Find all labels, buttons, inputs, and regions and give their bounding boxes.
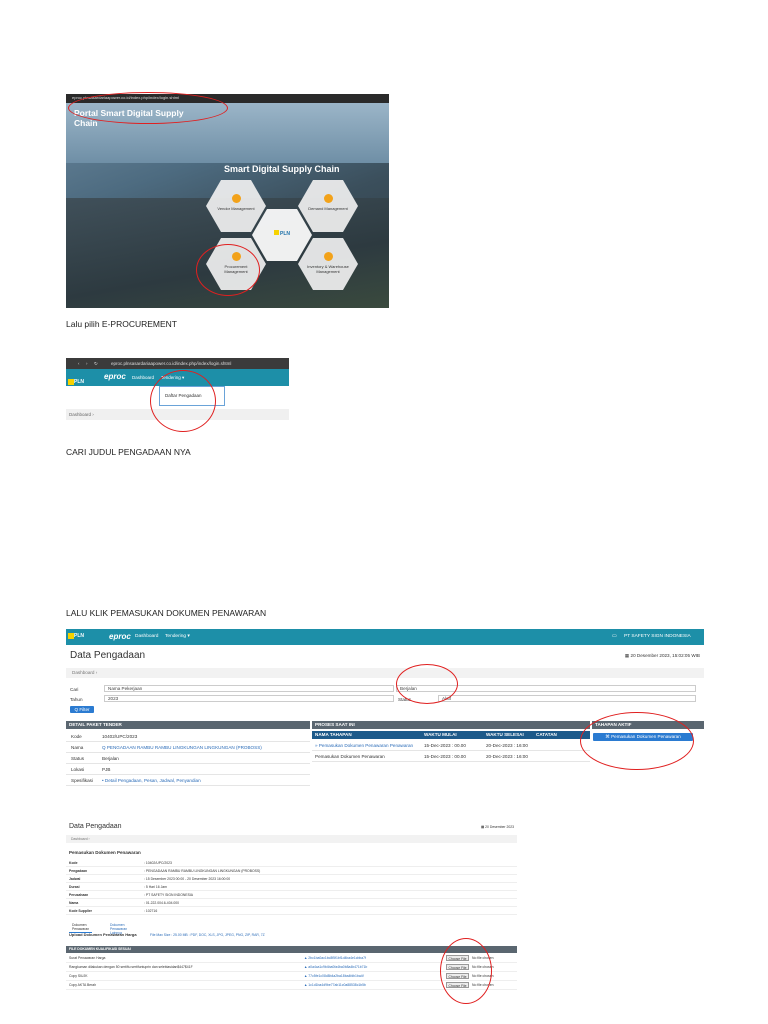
proses-row: » Pemasukan Dokumen Penawaran Penawaran … xyxy=(312,740,590,751)
page-date: ▦ 20 Desember 2023 xyxy=(481,825,514,829)
proses-link[interactable]: » Pemasukan Dokumen Penawaran Penawaran xyxy=(315,743,413,748)
breadcrumb: Dashboard › xyxy=(66,835,517,843)
pemasukan-dokumen-screenshot: Data Pengadaan ▦ 20 Desember 2023 Dashbo… xyxy=(66,818,517,1003)
filter-button[interactable]: Q Filter xyxy=(70,706,94,713)
detail-row-status: Status Berjalan xyxy=(66,753,310,764)
info-row: Nama: 01.222.004.6-404.000 xyxy=(66,899,517,907)
procurement-icon xyxy=(231,252,241,261)
file-link[interactable]: ▲ 1c1d1ba4d9be77ab11c0a88538c1b5b xyxy=(304,983,366,987)
pln-logo: PLN xyxy=(252,230,312,237)
page-date: ▦ 20 Desember 2023, 15:02:05 WIB xyxy=(624,653,700,658)
portal-screenshot: eproc.plnsasardariaapower.co.id/index.ph… xyxy=(66,94,389,308)
proses-table-header: NAMA TAHAPAN WAKTU MULAI WAKTU SELESAI C… xyxy=(312,731,590,739)
info-row: Durasi: 5 Hari 16 Jam xyxy=(66,883,517,891)
file-link[interactable]: ▲ a0a4ca1c9b4ba0fa4ba0b8a4b471b71b xyxy=(304,965,367,969)
info-row: Pengadaan: PENGADAAN RAMBU RAMBU LINGKUN… xyxy=(66,867,517,875)
detail-row-lokasi: Lokasi PJB xyxy=(66,764,310,775)
monitor-icon: ▭ xyxy=(612,634,617,639)
file-row: Copy AKTA Berah ▲ 1c1d1ba4d9be77ab11c0a8… xyxy=(66,981,517,990)
eproc-menu-screenshot: ‹ › ↻ eproc.plnsasardariaapower.co.id/in… xyxy=(66,358,289,420)
proses-header: PROSES SAAT INI xyxy=(312,721,590,729)
detail-row-nama: Nama Q PENGADAAN RAMBU RAMBU LINGKUNGAN L… xyxy=(66,742,310,753)
caption-step1: Lalu pilih E-PROCUREMENT xyxy=(66,319,177,329)
demand-icon xyxy=(323,194,333,203)
info-row: Kode Supplier: 102716 xyxy=(66,907,517,915)
file-row: Surat Penawaran Harga ▲ 2bc1ba0ac1bc8f5f… xyxy=(66,954,517,963)
inventory-icon xyxy=(323,252,333,261)
label-status: Status xyxy=(398,697,412,702)
forward-icon[interactable]: › xyxy=(86,361,88,366)
eproc-logo[interactable]: eproc xyxy=(109,632,131,641)
pln-logo: PLN xyxy=(68,633,94,641)
upload-note: File Max Size : 25.00 MB : PDF, DOC, XLS… xyxy=(150,933,265,937)
aktif-header: TAHAPAN AKTIF xyxy=(592,721,704,729)
detail-header: DETAIL PAKET TENDER xyxy=(66,721,310,729)
choose-file-button[interactable]: Choose File xyxy=(446,972,469,979)
pemasukan-dokumen-button[interactable]: ⌘ Pemasukan Dokumen Penawaran xyxy=(593,733,693,741)
user-company[interactable]: PT SAFETY SIGN INDONESIA xyxy=(624,634,691,639)
label-tahun: Tahun xyxy=(70,697,83,702)
breadcrumb: Dashboard › xyxy=(66,668,704,678)
nav-dashboard[interactable]: Dashboard xyxy=(132,375,154,380)
portal-title: Portal Smart Digital Supply Chain xyxy=(74,108,184,128)
choose-file-button[interactable]: Choose File xyxy=(446,954,469,961)
data-pengadaan-screenshot: PLN eproc Dashboard Tendering ▾ ▭ PT SAF… xyxy=(66,629,704,794)
file-link[interactable]: ▲ 2bc1ba0ac1bc8f5f1bf1d4ba4e1cbba7f xyxy=(304,956,366,960)
spesifikasi-link[interactable]: • Detail Pengadaan, Pesan, Jadwal, Penya… xyxy=(102,778,201,783)
menu-item-daftar-pengadaan[interactable]: Daftar Pengadaan xyxy=(165,393,202,398)
label-cari: Cari xyxy=(70,687,79,692)
status-select[interactable]: Berjalan xyxy=(396,685,696,692)
search-field-type[interactable]: Nama Pekerjaan xyxy=(104,685,394,692)
portal-url: eproc.plnsasardariaapower.co.id/index.ph… xyxy=(72,95,179,100)
choose-file-button[interactable]: Choose File xyxy=(446,981,469,988)
info-row: Kode: 10402/UPC/2023 xyxy=(66,859,517,867)
proses-row: Pemasukan Dokumen Penawaran 15-Dec-2023 … xyxy=(312,751,590,762)
reload-icon[interactable]: ↻ xyxy=(94,361,98,367)
pln-logo: PLN xyxy=(68,373,94,385)
nav-dashboard[interactable]: Dashboard xyxy=(135,634,158,639)
sdsc-heading: Smart Digital Supply Chain xyxy=(224,164,340,174)
page-title: Data Pengadaan xyxy=(69,823,122,830)
upload-title: Upload Dokumen Penawaran Harga xyxy=(69,932,137,937)
file-row: Rangkuman dilakukan dengan 50 sertifiu s… xyxy=(66,963,517,972)
file-row: Copy SIUJK ▲ 77c5fe1c08d8b4a2ba18ba4fdb1… xyxy=(66,972,517,981)
nav-tendering[interactable]: Tendering ▾ xyxy=(165,634,190,639)
browser-bar: ‹ › ↻ eproc.plnsasardariaapower.co.id/in… xyxy=(66,358,289,369)
tender-name-link[interactable]: Q PENGADAAN RAMBU RAMBU LINGKUNGAN LINGK… xyxy=(102,745,262,750)
browser-url[interactable]: eproc.plnsasardariaapower.co.id/index.ph… xyxy=(111,361,231,366)
file-link[interactable]: ▲ 77c5fe1c08d8b4a2ba18ba4fdb1ba4f xyxy=(304,974,364,978)
section-title: Pemasukan Dokumen Penawaran xyxy=(69,850,141,855)
eproc-logo[interactable]: eproc xyxy=(104,372,126,381)
vendor-icon xyxy=(231,194,241,203)
portal-url-bar[interactable]: eproc.plnsasardariaapower.co.id/index.ph… xyxy=(66,94,389,103)
caption-step2: CARI JUDUL PENGADAAN NYA xyxy=(66,447,191,457)
info-row: Jadwal: 15 Desember 2023 00:00 - 20 Dese… xyxy=(66,875,517,883)
back-icon[interactable]: ‹ xyxy=(78,361,80,366)
tendering-dropdown: Daftar Pengadaan xyxy=(159,386,225,406)
choose-file-button[interactable]: Choose File xyxy=(446,963,469,970)
aktif-select[interactable]: Aktif xyxy=(438,695,696,702)
info-row: Perusahaan: PT SAFETY SIGN INDONESIA xyxy=(66,891,517,899)
breadcrumb: Dashboard › xyxy=(66,409,289,420)
detail-row-spesifikasi: Spesifikasi • Detail Pengadaan, Pesan, Ja… xyxy=(66,775,310,786)
eproc-navbar: PLN eproc Dashboard Tendering ▾ ▭ PT SAF… xyxy=(66,629,704,645)
nav-tendering[interactable]: Tendering ▾ xyxy=(161,375,184,381)
year-select[interactable]: 2023 xyxy=(104,695,394,702)
detail-row-kode: Kode 10402/UPC/2023 xyxy=(66,731,310,742)
page-title: Data Pengadaan xyxy=(70,650,146,661)
eproc-navbar: PLN eproc Dashboard Tendering ▾ xyxy=(66,369,289,386)
caption-step3: LALU KLIK PEMASUKAN DOKUMEN PENAWARAN xyxy=(66,608,267,618)
file-table-header: FILE DOKUMEN KUALIFIKASI SESUAI xyxy=(66,946,517,953)
